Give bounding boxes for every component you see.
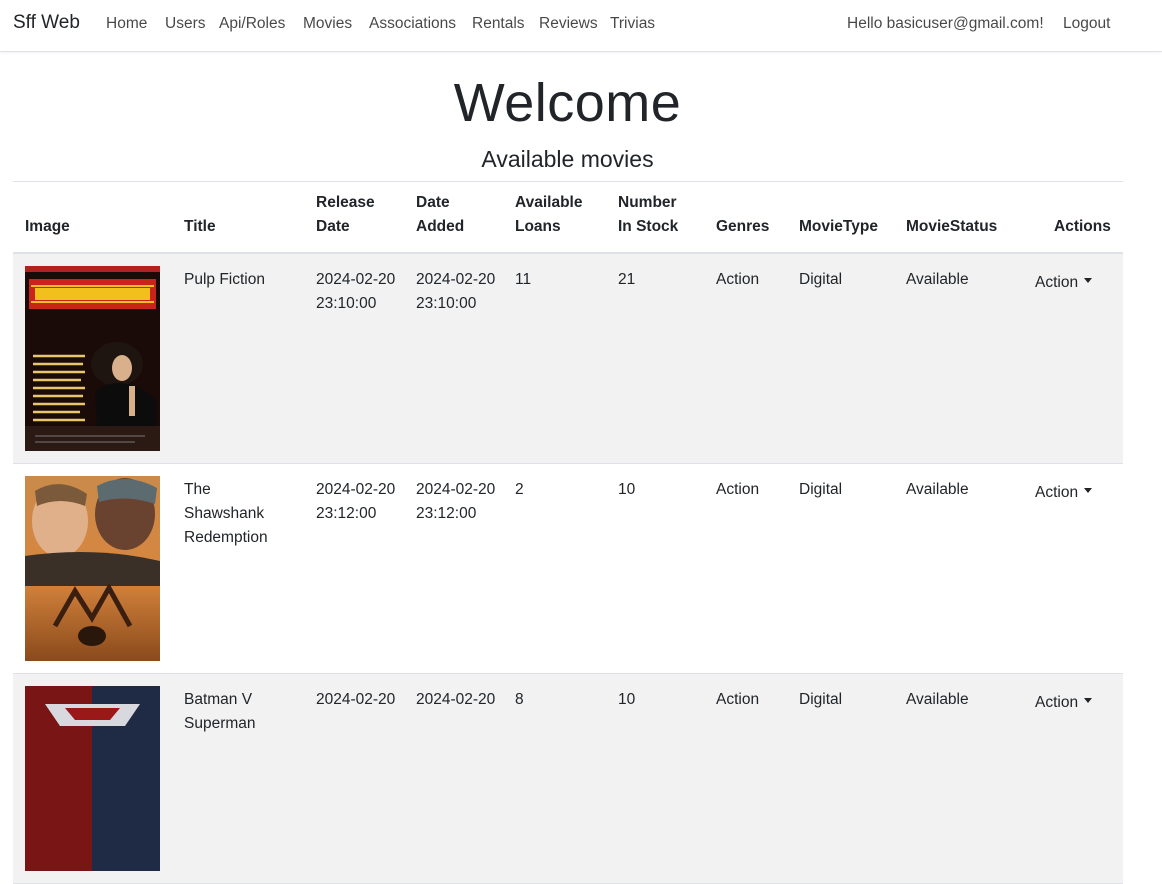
col-loans-line1: Available bbox=[515, 194, 583, 211]
movie-type: Digital bbox=[799, 271, 843, 288]
movie-genres: Action bbox=[716, 481, 760, 498]
col-release-line1: Release bbox=[316, 194, 375, 211]
col-movie-type: MovieType bbox=[799, 218, 878, 235]
col-stock-line1: Number bbox=[618, 194, 677, 211]
nav-link-rentals[interactable]: Rentals bbox=[472, 15, 525, 33]
logout-link[interactable]: Logout bbox=[1063, 15, 1110, 33]
col-release-line2: Date bbox=[316, 218, 350, 235]
caret-down-icon bbox=[1084, 278, 1093, 284]
movie-available-loans: 11 bbox=[515, 271, 532, 288]
col-image: Image bbox=[25, 218, 70, 235]
col-added-line2: Added bbox=[416, 218, 465, 235]
movie-release-date: 2024-02-20 23:12:00 bbox=[316, 481, 396, 522]
movie-title: The Shawshank Redemption bbox=[184, 481, 268, 546]
movie-poster-image bbox=[25, 686, 160, 871]
col-loans-line2: Loans bbox=[515, 218, 561, 235]
movie-number-in-stock: 21 bbox=[618, 271, 636, 288]
movie-available-loans: 8 bbox=[515, 691, 524, 708]
movie-status: Available bbox=[906, 691, 969, 708]
table-row: The Shawshank Redemption 2024-02-20 23:1… bbox=[13, 464, 1123, 674]
movie-type: Digital bbox=[799, 691, 843, 708]
movie-title: Pulp Fiction bbox=[184, 271, 265, 288]
caret-down-icon bbox=[1084, 488, 1093, 494]
col-available-loans: Available Loans bbox=[515, 191, 583, 239]
nav-link-movies[interactable]: Movies bbox=[303, 15, 352, 33]
movie-number-in-stock: 10 bbox=[618, 481, 636, 498]
nav-link-associations[interactable]: Associations bbox=[369, 15, 456, 33]
section-title: Available movies bbox=[481, 146, 654, 172]
movie-date-added: 2024-02-20 bbox=[416, 691, 496, 708]
nav-link-trivias[interactable]: Trivias bbox=[610, 15, 655, 33]
movie-status: Available bbox=[906, 481, 969, 498]
col-date-added: Date Added bbox=[416, 191, 464, 239]
table-row: Pulp Fiction 2024-02-20 23:10:00 2024-02… bbox=[13, 254, 1123, 464]
movie-available-loans: 2 bbox=[515, 481, 524, 498]
table-row: Batman V Superman 2024-02-20 2024-02-20 … bbox=[13, 674, 1123, 884]
navbar: Sff Web Home Users Api/Roles Movies Asso… bbox=[0, 0, 1162, 52]
nav-link-home[interactable]: Home bbox=[106, 15, 147, 33]
navbar-brand[interactable]: Sff Web bbox=[13, 12, 80, 34]
action-dropdown-button[interactable]: Action bbox=[1035, 274, 1093, 292]
col-movie-status: MovieStatus bbox=[906, 218, 998, 235]
nav-link-users[interactable]: Users bbox=[165, 15, 205, 33]
movie-poster-image bbox=[25, 266, 160, 451]
movie-poster-image bbox=[25, 476, 160, 661]
movie-release-date: 2024-02-20 bbox=[316, 691, 396, 708]
movie-date-added: 2024-02-20 23:12:00 bbox=[416, 481, 496, 522]
action-label: Action bbox=[1035, 484, 1079, 501]
action-dropdown-button[interactable]: Action bbox=[1035, 484, 1093, 502]
col-release-date: Release Date bbox=[316, 191, 375, 239]
caret-down-icon bbox=[1084, 698, 1093, 704]
col-actions: Actions bbox=[1054, 218, 1111, 235]
user-greeting[interactable]: Hello basicuser@gmail.com! bbox=[847, 15, 1044, 33]
action-label: Action bbox=[1035, 274, 1079, 291]
col-genres: Genres bbox=[716, 218, 770, 235]
movie-status: Available bbox=[906, 271, 969, 288]
nav-link-reviews[interactable]: Reviews bbox=[539, 15, 598, 33]
nav-link-api-roles[interactable]: Api/Roles bbox=[219, 15, 285, 33]
col-added-line1: Date bbox=[416, 194, 450, 211]
movie-number-in-stock: 10 bbox=[618, 691, 636, 708]
movie-genres: Action bbox=[716, 271, 760, 288]
action-dropdown-button[interactable]: Action bbox=[1035, 694, 1093, 712]
movie-date-added: 2024-02-20 23:10:00 bbox=[416, 271, 496, 312]
page-title: Welcome bbox=[453, 73, 682, 133]
action-label: Action bbox=[1035, 694, 1079, 711]
table-header: Image Title Release Date Date Added Avai… bbox=[13, 181, 1123, 254]
movie-release-date: 2024-02-20 23:10:00 bbox=[316, 271, 396, 312]
col-stock-line2: In Stock bbox=[618, 218, 679, 235]
movie-type: Digital bbox=[799, 481, 843, 498]
movie-genres: Action bbox=[716, 691, 760, 708]
movies-table: Image Title Release Date Date Added Avai… bbox=[13, 181, 1123, 884]
col-number-in-stock: Number In Stock bbox=[618, 191, 678, 239]
col-title: Title bbox=[184, 218, 216, 235]
